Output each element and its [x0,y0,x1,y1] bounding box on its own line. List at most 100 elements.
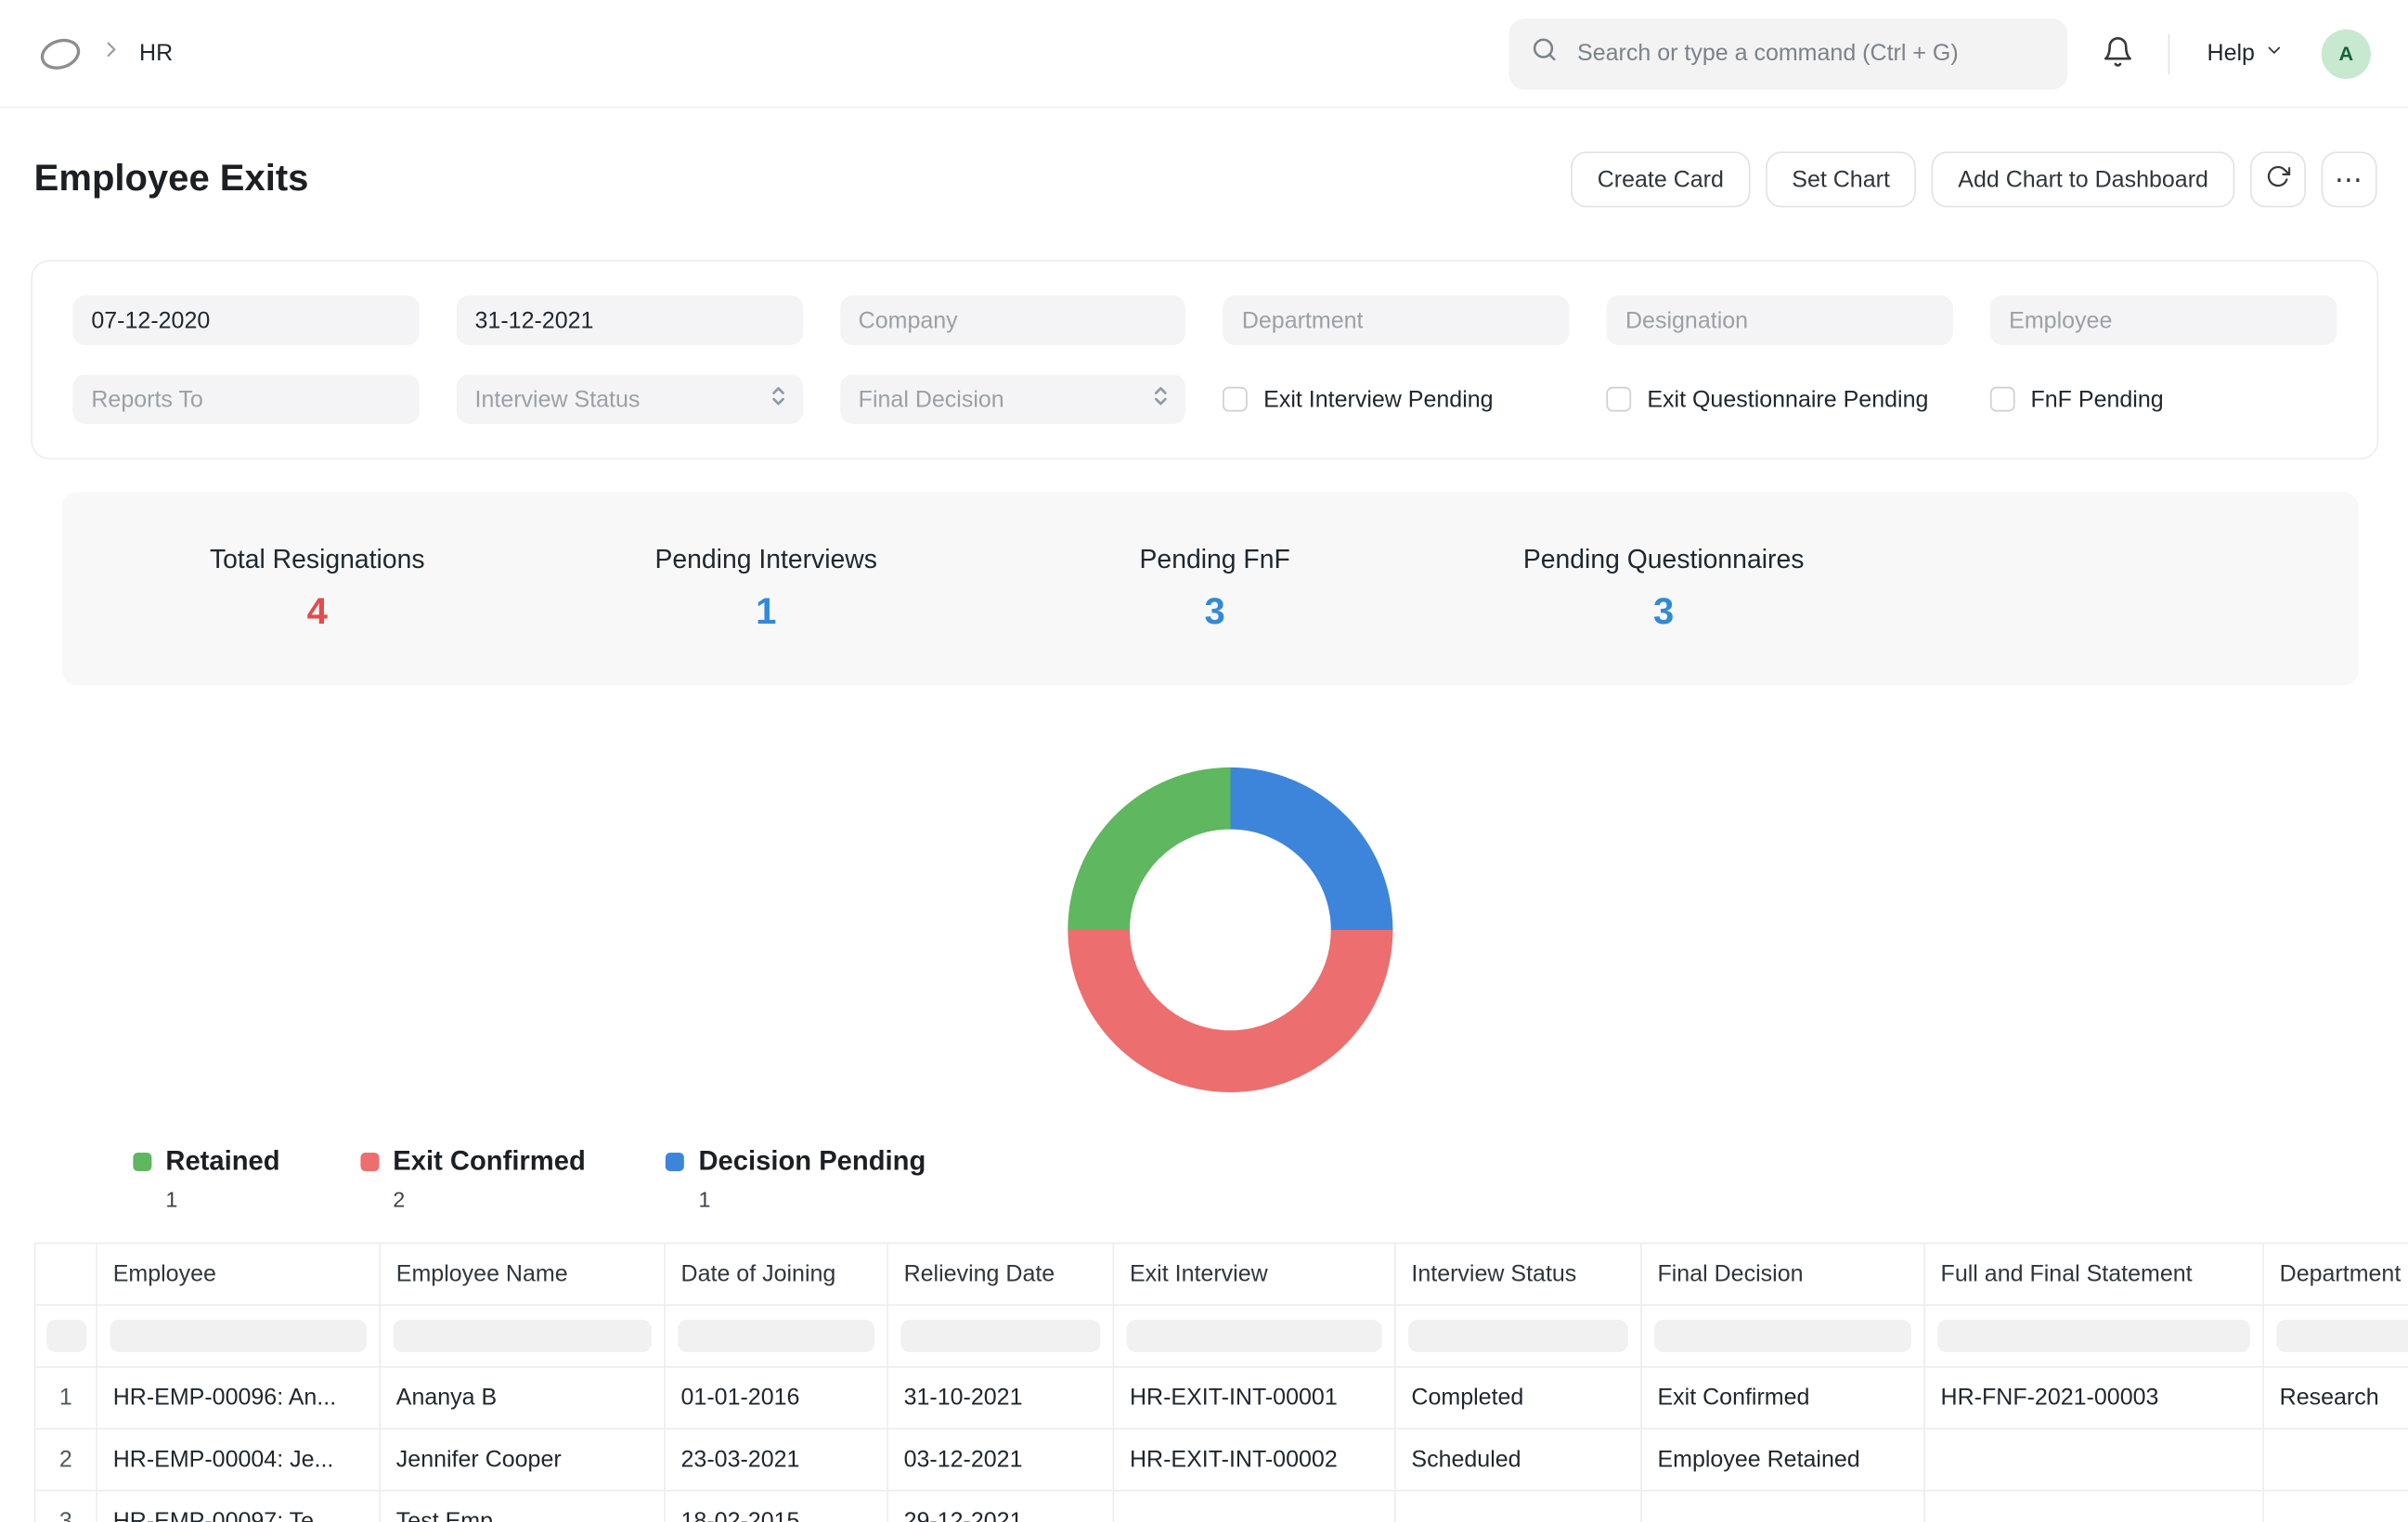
exit-interview-pending-checkbox[interactable]: Exit Interview Pending [1223,386,1570,412]
set-chart-button[interactable]: Set Chart [1766,151,1916,207]
breadcrumb: HR [37,31,173,77]
stat-pending-fnf: Pending FnF 3 [990,544,1439,634]
cell-employee-name[interactable]: Test Emp [381,1491,666,1522]
checkbox-label: Exit Questionnaire Pending [1647,386,1928,412]
column-filter-input[interactable] [393,1320,651,1352]
report-table: Employee Employee Name Date of Joining R… [34,1243,2408,1522]
help-menu[interactable]: Help [2198,39,2294,69]
cell-relieving-date[interactable]: 31-10-2021 [888,1368,1114,1430]
chevron-down-icon [2264,40,2285,66]
legend-label: Decision Pending [698,1145,926,1178]
cell-employee-name[interactable]: Ananya B [381,1368,666,1430]
reports-to-filter-input[interactable] [72,374,419,423]
cell-interview-status[interactable] [1396,1491,1642,1522]
help-label: Help [2207,40,2255,66]
refresh-button[interactable] [2250,151,2306,207]
company-filter-input[interactable] [840,295,1186,344]
table-header-employee-name[interactable]: Employee Name [381,1244,666,1306]
column-filter-input[interactable] [1937,1320,2250,1352]
checkbox-label: Exit Interview Pending [1263,386,1493,412]
table-header-employee[interactable]: Employee [97,1244,381,1306]
column-filter-input[interactable] [1654,1320,1911,1352]
table-header-interview-status[interactable]: Interview Status [1396,1244,1642,1306]
table-filter-row [35,1306,2408,1368]
table-header-relieving-date[interactable]: Relieving Date [888,1244,1114,1306]
table-header-exit-interview[interactable]: Exit Interview [1114,1244,1395,1306]
table-header-final-decision[interactable]: Final Decision [1642,1244,1925,1306]
column-filter-input[interactable] [45,1320,85,1352]
table-row: 2 HR-EMP-00004: Je... Jennifer Cooper 23… [35,1429,2408,1491]
checkbox-input[interactable] [1990,387,2015,412]
stat-label: Pending Interviews [541,544,990,574]
department-filter-input[interactable] [1223,295,1570,344]
stat-total-resignations: Total Resignations 4 [93,544,541,634]
bell-icon [2102,35,2134,72]
checkbox-input[interactable] [1607,387,1632,412]
employee-filter-input[interactable] [1990,295,2337,344]
cell-final-decision[interactable]: Exit Confirmed [1642,1368,1925,1430]
table-row: 1 HR-EMP-00096: An... Ananya B 01-01-201… [35,1368,2408,1430]
more-options-button[interactable]: ⋯ [2322,151,2377,207]
column-filter-input[interactable] [1408,1320,1628,1352]
cell-department[interactable] [2264,1491,2408,1522]
interview-status-select[interactable]: Interview Status [457,374,803,423]
stat-label: Total Resignations [93,544,541,574]
cell-employee-name[interactable]: Jennifer Cooper [381,1429,666,1491]
chart-legend: Retained 1 Exit Confirmed 2 Decision Pen… [133,1145,926,1212]
to-date-input[interactable] [457,295,803,344]
cell-exit-interview[interactable] [1114,1491,1395,1522]
cell-date-of-joining[interactable]: 23-03-2021 [666,1429,888,1491]
column-filter-input[interactable] [2276,1320,2408,1352]
navbar: HR Help A [0,0,2408,109]
legend-item-retained: Retained 1 [133,1145,279,1212]
cell-interview-status[interactable]: Completed [1396,1368,1642,1430]
cell-exit-interview[interactable]: HR-EXIT-INT-00001 [1114,1368,1395,1430]
fnf-pending-checkbox[interactable]: FnF Pending [1990,386,2337,412]
notifications-button[interactable] [2095,29,2140,78]
column-filter-input[interactable] [110,1320,367,1352]
column-filter-input[interactable] [1127,1320,1382,1352]
breadcrumb-hr-link[interactable]: HR [139,40,173,66]
cell-full-and-final[interactable]: HR-FNF-2021-00003 [1925,1368,2264,1430]
cell-employee[interactable]: HR-EMP-00096: An... [97,1368,381,1430]
global-search[interactable] [1509,18,2068,89]
table-header-date-of-joining[interactable]: Date of Joining [666,1244,888,1306]
cell-interview-status[interactable]: Scheduled [1396,1429,1642,1491]
cell-relieving-date[interactable]: 03-12-2021 [888,1429,1114,1491]
add-chart-to-dashboard-button[interactable]: Add Chart to Dashboard [1932,151,2234,207]
stat-value: 1 [541,590,990,634]
summary-stats: Total Resignations 4 Pending Interviews … [62,492,2359,685]
select-chevrons-icon [769,384,787,414]
legend-item-exit-confirmed: Exit Confirmed 2 [360,1145,586,1212]
cell-final-decision[interactable] [1642,1491,1925,1522]
stat-value: 3 [990,590,1439,634]
final-decision-select[interactable]: Final Decision [840,374,1186,423]
app-logo-icon[interactable] [37,31,84,77]
column-filter-input[interactable] [900,1320,1100,1352]
cell-final-decision[interactable]: Employee Retained [1642,1429,1925,1491]
navbar-divider [2168,33,2170,73]
cell-exit-interview[interactable]: HR-EXIT-INT-00002 [1114,1429,1395,1491]
user-avatar[interactable]: A [2322,29,2371,78]
cell-relieving-date[interactable]: 29-12-2021 [888,1491,1114,1522]
from-date-input[interactable] [72,295,419,344]
cell-date-of-joining[interactable]: 01-01-2016 [666,1368,888,1430]
cell-date-of-joining[interactable]: 18-02-2015 [666,1491,888,1522]
create-card-button[interactable]: Create Card [1571,151,1750,207]
row-index: 2 [35,1429,97,1491]
cell-full-and-final[interactable] [1925,1429,2264,1491]
column-filter-input[interactable] [678,1320,874,1352]
table-header-department[interactable]: Department [2264,1244,2408,1306]
cell-employee[interactable]: HR-EMP-00097: Te... [97,1491,381,1522]
cell-department[interactable] [2264,1429,2408,1491]
cell-department[interactable]: Research [2264,1368,2408,1430]
search-input[interactable] [1574,39,2046,69]
designation-filter-input[interactable] [1607,295,1953,344]
exit-questionnaire-pending-checkbox[interactable]: Exit Questionnaire Pending [1607,386,1953,412]
donut-chart[interactable] [1068,767,1392,1092]
checkbox-input[interactable] [1223,387,1249,412]
cell-employee[interactable]: HR-EMP-00004: Je... [97,1429,381,1491]
filter-section: Interview Status Final Decision Exit Int… [31,260,2378,459]
cell-full-and-final[interactable] [1925,1491,2264,1522]
table-header-full-and-final[interactable]: Full and Final Statement [1925,1244,2264,1306]
